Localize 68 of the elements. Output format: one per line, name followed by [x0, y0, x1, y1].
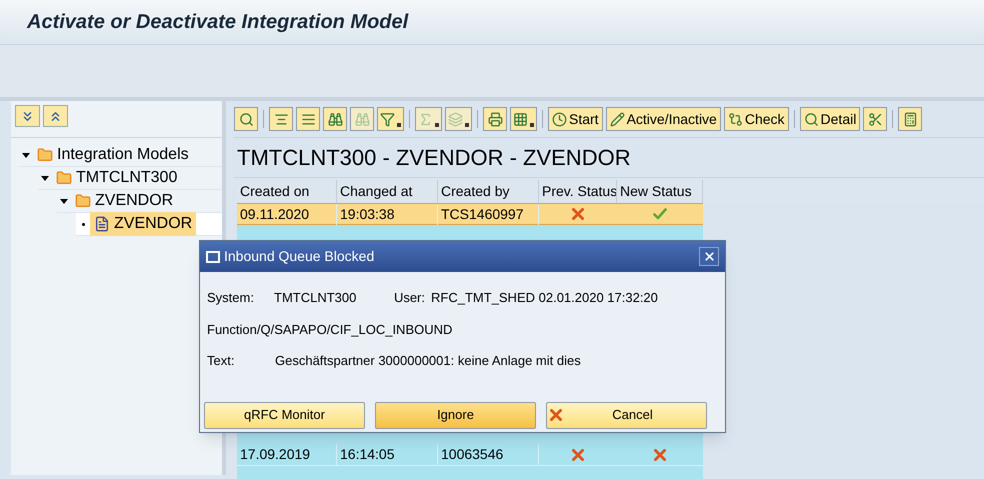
close-icon: [702, 250, 716, 263]
tree-item[interactable]: ZVENDOR: [90, 212, 196, 236]
nodes-icon: [728, 112, 743, 126]
toolbar-icon-button[interactable]: [863, 107, 888, 131]
scissors-icon: [868, 112, 883, 126]
expand-arrow-icon[interactable]: [22, 152, 30, 158]
toolbar-button[interactable]: Detail: [800, 107, 860, 131]
toolbar-icon-button[interactable]: [234, 107, 258, 131]
layers-icon: [448, 112, 463, 126]
toolbar-icon-button[interactable]: [898, 107, 922, 131]
sort-ascending-icon: [274, 112, 288, 126]
expand-arrow-icon[interactable]: [41, 176, 49, 180]
toolbar-menu-button[interactable]: [510, 107, 537, 131]
table-cell: 16:14:05: [337, 444, 438, 465]
dialog-title: Inbound Queue Blocked: [224, 247, 376, 266]
sort-descending-icon: [300, 112, 316, 126]
field-label: User:: [392, 289, 426, 307]
toolbar-button[interactable]: Start: [548, 107, 603, 131]
table-cell: 10063546: [438, 444, 539, 465]
table-cell: 09.11.2020: [237, 204, 337, 224]
dropdown-caret-icon: [465, 123, 469, 127]
magnifier-icon: [238, 112, 254, 126]
table-cell: TCS1460997: [438, 204, 539, 224]
expand-arrow-icon[interactable]: [60, 198, 68, 204]
collapse-all-button[interactable]: [43, 105, 68, 127]
filter-icon: [380, 112, 395, 126]
table-row[interactable]: 17.09.2019 16:14:05 10063546: [237, 444, 703, 466]
dropdown-caret-icon: [435, 123, 439, 127]
table-cell: 17.09.2019: [237, 444, 337, 465]
field-value: TMTCLNT300: [274, 289, 358, 307]
table-row[interactable]: 09.11.2020 19:03:38 TCS1460997: [237, 203, 703, 225]
toolbar-menu-button[interactable]: [377, 107, 404, 131]
table-cell: 19:03:38: [337, 204, 438, 224]
magnifier-icon: [804, 112, 819, 126]
dropdown-caret-icon: [397, 123, 401, 127]
list-heading: TMTCLNT300 - ZVENDOR - ZVENDOR: [237, 144, 631, 172]
dialog-window-icon: [206, 250, 220, 262]
binoculars-icon: [354, 112, 370, 126]
field-label: System:: [207, 289, 255, 307]
clock-icon: [552, 112, 567, 126]
toolbar-button[interactable]: Check: [724, 107, 789, 131]
dialog-button[interactable]: Cancel: [546, 402, 707, 428]
expand-all-button[interactable]: [15, 105, 40, 127]
field-value: Geschäftspartner 3000000001: keine Anlage mit dies: [275, 352, 581, 370]
toolbar-icon-button[interactable]: [483, 107, 507, 131]
printer-icon: [488, 112, 502, 126]
toolbar-icon-button[interactable]: [269, 107, 293, 131]
binoculars-icon: [328, 112, 342, 126]
bullet-icon: [82, 222, 84, 226]
toolbar-icon-button[interactable]: [323, 107, 347, 131]
cross-icon: [550, 409, 562, 421]
tree-item[interactable]: Integration Models: [33, 143, 193, 167]
dialog-button[interactable]: Ignore: [375, 402, 536, 428]
toolbar-button[interactable]: Active/Inactive: [606, 107, 721, 131]
function-text: Function/Q/SAPAPO/CIF_LOC_INBOUND: [207, 320, 454, 339]
grid-icon: [513, 112, 528, 126]
dialog-button[interactable]: qRFC Monitor: [204, 402, 365, 428]
dropdown-caret-icon: [530, 123, 534, 127]
calculator-icon: [902, 112, 918, 126]
window-title: Activate or Deactivate Integration Model: [27, 10, 408, 35]
sigma-icon: [418, 112, 433, 126]
field-value: RFC_TMT_SHED 02.01.2020 17:32:20: [431, 289, 658, 307]
field-label: Text:: [207, 352, 236, 370]
pencil-icon: [610, 112, 625, 126]
toolbar-icon-button[interactable]: [296, 107, 320, 131]
tree-item[interactable]: TMTCLNT300: [52, 166, 182, 190]
tree-item[interactable]: ZVENDOR: [71, 189, 178, 213]
close-button[interactable]: [699, 247, 719, 266]
